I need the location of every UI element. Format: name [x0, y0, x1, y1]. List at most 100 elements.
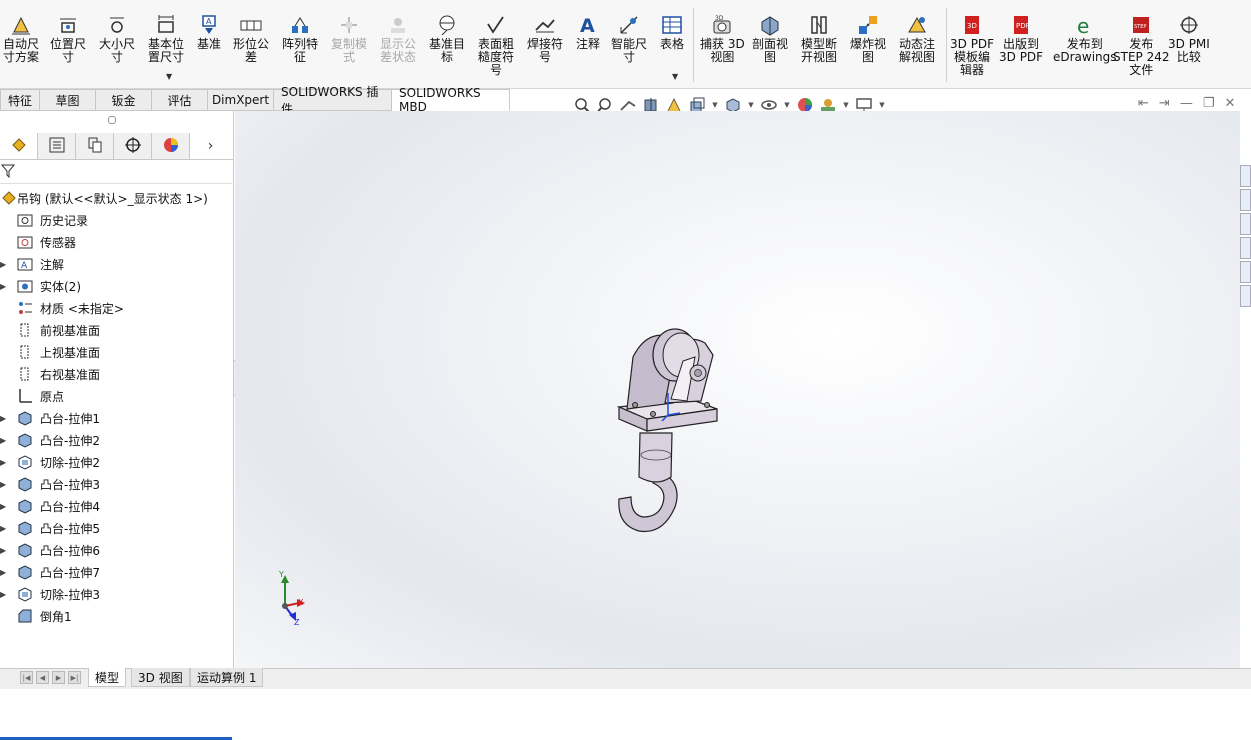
previous-tab-icon[interactable]: ◀ — [36, 671, 49, 684]
dropdown-caret-icon[interactable]: ▼ — [782, 101, 792, 109]
ribbon-button-size-dimension[interactable]: 大小尺 寸 — [99, 14, 135, 64]
ribbon-button-basic-location-dimension[interactable]: 基本位 置尺寸 — [148, 14, 184, 64]
minimize-icon[interactable]: — — [1180, 96, 1193, 111]
dropdown-caret-icon[interactable]: ▼ — [710, 101, 720, 109]
tree-root-part[interactable]: 吊钩 (默认<<默认>_显示状态 1>) — [0, 187, 232, 209]
tab-model[interactable]: 模型 — [88, 668, 127, 687]
ribbon-button-weld-symbol[interactable]: 焊接符 号 — [527, 14, 563, 64]
ribbon-button-dynamic-annotation-view[interactable]: 动态注 解视图 — [899, 14, 935, 64]
ribbon-button-edrawings[interactable]: e 发布到 eDrawings — [1053, 14, 1117, 64]
expand-arrow-icon[interactable]: ▶ — [0, 414, 8, 423]
ribbon-button-datum-target[interactable]: 基准目 标 — [429, 14, 465, 64]
size-dimension-icon — [106, 14, 128, 36]
tab-solidworks-mbd[interactable]: SOLIDWORKS MBD — [392, 86, 510, 114]
expand-arrow-icon[interactable]: ▶ — [0, 546, 8, 555]
tree-item[interactable]: 原点 — [0, 385, 232, 407]
tab-evaluate[interactable]: 评估 — [152, 89, 208, 111]
ribbon-button-3d-pmi-compare[interactable]: 3D PMI 比较 — [1168, 14, 1210, 64]
ribbon-button-datum[interactable]: A 基准 — [197, 14, 221, 51]
expand-arrow-icon[interactable]: ▶ — [0, 282, 8, 291]
tree-item[interactable]: ▶ 凸台-拉伸5 — [0, 517, 232, 539]
graphics-area[interactable]: Y X Z — [235, 111, 1240, 668]
first-tab-icon[interactable]: |◀ — [20, 671, 33, 684]
dimxpert-manager-tab[interactable] — [114, 133, 152, 159]
expand-arrow-icon[interactable]: ▶ — [0, 524, 8, 533]
ribbon-button-copy-scheme[interactable]: 复制模 式 — [331, 14, 367, 64]
chevron-right-icon[interactable]: › — [190, 133, 231, 159]
expand-arrow-icon[interactable]: ▶ — [0, 568, 8, 577]
property-manager-tab[interactable] — [38, 133, 76, 159]
tab-solidworks-addins[interactable]: SOLIDWORKS 插件 — [274, 85, 392, 116]
tree-item[interactable]: ▶ 切除-拉伸3 — [0, 583, 232, 605]
expand-arrow-icon[interactable]: ▶ — [0, 502, 8, 511]
tab-features[interactable]: 特征 — [0, 89, 40, 111]
next-document-icon[interactable]: ⇥ — [1159, 96, 1170, 111]
expand-arrow-icon[interactable]: ▶ — [0, 458, 8, 467]
tree-item[interactable]: ▶ 实体(2) — [0, 275, 232, 297]
ribbon-button-publish-3d-pdf[interactable]: PDF 出版到 3D PDF — [999, 14, 1043, 64]
appearances-icon[interactable] — [1240, 261, 1251, 283]
tree-item[interactable]: ▶ 凸台-拉伸2 — [0, 429, 232, 451]
ribbon-separator — [946, 8, 947, 82]
view-palette-icon[interactable] — [1240, 237, 1251, 259]
ribbon-button-auto-dimension-scheme[interactable]: 自动尺 寸方案 — [3, 14, 39, 64]
expand-arrow-icon[interactable]: ▶ — [0, 590, 8, 599]
dropdown-caret-icon[interactable]: ▼ — [877, 101, 887, 109]
ribbon-button-location-dimension[interactable]: 位置尺 寸 — [50, 14, 86, 64]
panel-grip-icon[interactable] — [108, 116, 116, 124]
display-manager-tab[interactable] — [152, 133, 190, 159]
tree-item[interactable]: ▶ 凸台-拉伸4 — [0, 495, 232, 517]
previous-document-icon[interactable]: ⇤ — [1138, 96, 1149, 111]
ribbon-button-pattern-feature[interactable]: 阵列特 征 — [282, 14, 318, 64]
solidworks-resources-icon[interactable] — [1240, 165, 1251, 187]
ribbon-button-model-break-view[interactable]: 模型断 开视图 — [801, 14, 837, 64]
feature-manager-tab[interactable] — [0, 133, 38, 159]
expand-arrow-icon[interactable]: ▶ — [0, 480, 8, 489]
close-icon[interactable]: ✕ — [1224, 96, 1235, 111]
next-tab-icon[interactable]: ▶ — [52, 671, 65, 684]
last-tab-icon[interactable]: ▶| — [68, 671, 81, 684]
configuration-manager-tab[interactable] — [76, 133, 114, 159]
filter-icon[interactable] — [0, 164, 16, 181]
ribbon-button-section-view[interactable]: 剖面视 图 — [752, 14, 788, 64]
tree-item[interactable]: ▶ 凸台-拉伸1 — [0, 407, 232, 429]
tree-item[interactable]: 传感器 — [0, 231, 232, 253]
dropdown-caret-icon[interactable]: ▼ — [672, 72, 678, 81]
dropdown-caret-icon[interactable]: ▼ — [166, 72, 172, 81]
tree-item[interactable]: ▶ 凸台-拉伸7 — [0, 561, 232, 583]
tab-sketch[interactable]: 草图 — [40, 89, 96, 111]
tree-item[interactable]: 倒角1 — [0, 605, 232, 627]
tab-motion-study[interactable]: 运动算例 1 — [190, 668, 264, 687]
ribbon-button-exploded-view[interactable]: 爆炸视 图 — [850, 14, 886, 64]
tab-dimxpert[interactable]: DimXpert — [208, 89, 274, 111]
tab-sheet-metal[interactable]: 钣金 — [96, 89, 152, 111]
expand-arrow-icon[interactable]: ▶ — [0, 260, 8, 269]
tree-item[interactable]: ▶ 凸台-拉伸6 — [0, 539, 232, 561]
tab-3d-views[interactable]: 3D 视图 — [131, 668, 190, 687]
restore-icon[interactable]: ❐ — [1203, 96, 1215, 111]
file-explorer-icon[interactable] — [1240, 213, 1251, 235]
ribbon-button-capture-3d-view[interactable]: 3D 捕获 3D 视图 — [700, 14, 745, 64]
tree-item[interactable]: ▶ A 注解 — [0, 253, 232, 275]
tree-item[interactable]: 历史记录 — [0, 209, 232, 231]
dropdown-caret-icon[interactable]: ▼ — [841, 101, 851, 109]
tree-item[interactable]: ▶ 凸台-拉伸3 — [0, 473, 232, 495]
ribbon-button-surface-finish[interactable]: 表面粗 糙度符 号 — [478, 14, 514, 77]
ribbon-button-show-tolerance-status[interactable]: 显示公 差状态 — [380, 14, 416, 64]
tree-filter-row[interactable] — [0, 161, 232, 184]
design-library-icon[interactable] — [1240, 189, 1251, 211]
expand-arrow-icon[interactable]: ▶ — [0, 436, 8, 445]
tree-item[interactable]: ▶ 切除-拉伸2 — [0, 451, 232, 473]
tree-item[interactable]: 前视基准面 — [0, 319, 232, 341]
ribbon-button-smart-dimension[interactable]: 智能尺 寸 — [611, 14, 647, 64]
custom-properties-icon[interactable] — [1240, 285, 1251, 307]
ribbon-button-note[interactable]: A 注释 — [576, 14, 600, 51]
tree-item[interactable]: 右视基准面 — [0, 363, 232, 385]
tree-item[interactable]: 上视基准面 — [0, 341, 232, 363]
ribbon-button-3d-pdf-template-editor[interactable]: 3D 3D PDF 模板编 辑器 — [950, 14, 994, 77]
tree-item[interactable]: 材质 <未指定> — [0, 297, 232, 319]
ribbon-button-table[interactable]: 表格 — [660, 14, 684, 51]
ribbon-button-geometric-tolerance[interactable]: 形位公 差 — [233, 14, 269, 64]
dropdown-caret-icon[interactable]: ▼ — [746, 101, 756, 109]
ribbon-button-step-242[interactable]: STEP 发布 STEP 242 文件 — [1113, 14, 1169, 77]
